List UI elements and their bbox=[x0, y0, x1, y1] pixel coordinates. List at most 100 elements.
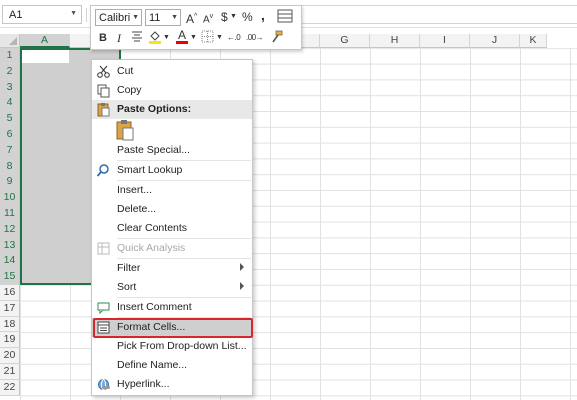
chevron-down-icon[interactable]: ▼ bbox=[216, 30, 223, 46]
menu-item-pick-from-list[interactable]: Pick From Drop-down List... bbox=[92, 337, 252, 356]
menu-item-filter[interactable]: Filter bbox=[92, 259, 252, 278]
column-header[interactable]: K bbox=[520, 34, 547, 48]
chevron-down-icon[interactable]: ▼ bbox=[132, 14, 139, 21]
row-header[interactable]: 20 bbox=[0, 348, 20, 364]
row-header[interactable]: 3 bbox=[0, 79, 20, 96]
chevron-right-icon bbox=[240, 263, 244, 271]
row-header[interactable]: 8 bbox=[0, 158, 20, 175]
menu-item-label: Smart Lookup bbox=[117, 164, 183, 176]
align-center-icon[interactable] bbox=[131, 30, 143, 47]
name-box[interactable]: A1 ▼ bbox=[2, 5, 82, 24]
menu-item-smart-lookup[interactable]: Smart Lookup bbox=[92, 161, 252, 180]
borders-icon[interactable] bbox=[201, 30, 214, 48]
column-header[interactable]: J bbox=[470, 34, 520, 48]
row-header[interactable]: 15 bbox=[0, 269, 20, 285]
row-header[interactable]: 5 bbox=[0, 111, 20, 127]
font-name-box[interactable]: Calibri ▼ bbox=[95, 9, 142, 26]
column-header[interactable]: G bbox=[320, 34, 370, 48]
menu-item-label: Quick Analysis bbox=[117, 242, 186, 254]
row-header[interactable]: 9 bbox=[0, 174, 20, 191]
menu-item-label: Copy bbox=[117, 84, 142, 96]
chevron-down-icon[interactable]: ▼ bbox=[171, 14, 178, 21]
accounting-format-button[interactable]: $ bbox=[221, 9, 228, 25]
menu-item-label: Paste Special... bbox=[117, 144, 190, 156]
column-header[interactable]: H bbox=[370, 34, 420, 48]
row-header[interactable]: 6 bbox=[0, 127, 20, 143]
menu-item-label: Define Name... bbox=[117, 359, 188, 371]
row-header[interactable]: 1 bbox=[0, 48, 20, 64]
increase-font-size-button[interactable]: A^ bbox=[186, 9, 197, 27]
row-header[interactable]: 18 bbox=[0, 316, 20, 333]
chevron-down-icon[interactable]: ▼ bbox=[190, 30, 197, 46]
menu-item-sort[interactable]: Sort bbox=[92, 278, 252, 297]
select-all-button[interactable] bbox=[0, 34, 20, 48]
font-size-box[interactable]: 11 ▼ bbox=[145, 9, 181, 26]
search-icon bbox=[96, 163, 111, 178]
italic-button[interactable]: I bbox=[117, 30, 121, 46]
menu-item-hyperlink[interactable]: Hyperlink... bbox=[92, 375, 252, 394]
active-cell[interactable] bbox=[22, 50, 69, 63]
bold-button[interactable]: B bbox=[99, 30, 107, 46]
decrease-font-size-icon: A bbox=[203, 14, 210, 26]
percent-style-button[interactable]: % bbox=[242, 9, 253, 25]
menu-item-clear-contents[interactable]: Clear Contents bbox=[92, 219, 252, 238]
menu-item-label: Cut bbox=[117, 65, 134, 77]
column-header[interactable]: A bbox=[20, 34, 70, 48]
menu-item-label: Insert... bbox=[117, 184, 153, 196]
menu-item-copy[interactable]: Copy bbox=[92, 81, 252, 100]
copy-icon bbox=[96, 83, 111, 98]
comment-icon bbox=[96, 300, 111, 315]
fill-color-icon[interactable] bbox=[148, 30, 162, 49]
chevron-down-icon[interactable]: ▼ bbox=[70, 10, 77, 17]
format-painter-icon[interactable] bbox=[269, 30, 283, 49]
decrease-font-size-button[interactable]: Av bbox=[203, 9, 213, 28]
decrease-decimal-icon[interactable]: .00→ bbox=[246, 30, 264, 46]
row-header[interactable]: 22 bbox=[0, 379, 20, 396]
chevron-down-icon[interactable]: ▼ bbox=[163, 30, 170, 46]
quick-analysis-icon bbox=[96, 241, 111, 256]
menu-item-label: Sort bbox=[117, 281, 137, 293]
menu-item-insert-comment[interactable]: Insert Comment bbox=[92, 298, 252, 317]
menu-item-quick-analysis: Quick Analysis bbox=[92, 239, 252, 258]
row-header[interactable]: 10 bbox=[0, 190, 20, 206]
row-header[interactable]: 14 bbox=[0, 253, 20, 270]
highlight-box bbox=[93, 318, 253, 338]
menu-header-paste-options: Paste Options: bbox=[92, 100, 252, 119]
row-header[interactable]: 2 bbox=[0, 63, 20, 80]
format-painter-table-icon[interactable] bbox=[277, 9, 293, 28]
formula-input[interactable] bbox=[300, 5, 577, 24]
comma-style-button[interactable]: , bbox=[261, 7, 265, 23]
hyperlink-icon bbox=[96, 377, 111, 392]
menu-item-insert[interactable]: Insert... bbox=[92, 181, 252, 200]
clipboard-icon bbox=[96, 102, 111, 117]
row-header[interactable]: 4 bbox=[0, 95, 20, 112]
row-header[interactable]: 19 bbox=[0, 332, 20, 349]
increase-decimal-icon[interactable]: ←.0 bbox=[227, 30, 241, 46]
row-header[interactable]: 17 bbox=[0, 300, 20, 317]
row-header[interactable]: 11 bbox=[0, 206, 20, 222]
divider bbox=[86, 8, 87, 22]
menu-item-cut[interactable]: Cut bbox=[92, 62, 252, 81]
menu-item-label: Insert Comment bbox=[117, 301, 192, 313]
scissors-icon bbox=[96, 64, 111, 79]
menu-item-paste-special[interactable]: Paste Special... bbox=[92, 141, 252, 160]
paste-button-icon[interactable] bbox=[114, 119, 136, 141]
context-menu: Cut Copy Paste Options: Paste Special...… bbox=[91, 59, 253, 396]
chevron-down-icon[interactable]: ▼ bbox=[230, 9, 237, 25]
menu-item-delete[interactable]: Delete... bbox=[92, 200, 252, 219]
menu-item-label: Delete... bbox=[117, 203, 157, 215]
row-header[interactable]: 21 bbox=[0, 364, 20, 380]
menu-item-label: Clear Contents bbox=[117, 222, 188, 234]
increase-font-size-icon: A bbox=[186, 12, 195, 26]
menu-item-label: Pick From Drop-down List... bbox=[117, 340, 247, 352]
menu-item-define-name[interactable]: Define Name... bbox=[92, 356, 252, 375]
chevron-right-icon bbox=[240, 282, 244, 290]
column-header[interactable]: I bbox=[420, 34, 470, 48]
row-header[interactable]: 7 bbox=[0, 142, 20, 159]
menu-item-label: Hyperlink... bbox=[117, 378, 170, 390]
row-header[interactable]: 13 bbox=[0, 237, 20, 254]
font-color-button[interactable]: A bbox=[176, 29, 188, 44]
row-header[interactable]: 12 bbox=[0, 221, 20, 238]
row-header[interactable]: 16 bbox=[0, 285, 20, 301]
font-name-value: Calibri bbox=[99, 12, 131, 24]
